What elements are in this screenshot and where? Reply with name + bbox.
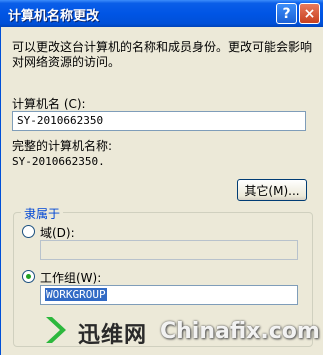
close-button[interactable]: × (299, 3, 320, 24)
title-bar: 计算机名称更改 ? × (0, 0, 323, 27)
chinafix-logo-icon (46, 317, 66, 343)
workgroup-radio[interactable] (22, 270, 35, 283)
help-icon: ? (282, 5, 291, 22)
watermark: 迅维网 Chinafix.com (0, 305, 323, 355)
domain-label: 域(D): (40, 226, 75, 240)
workgroup-label: 工作组(W): (40, 271, 102, 285)
help-button[interactable]: ? (276, 3, 297, 24)
close-icon: × (303, 5, 316, 22)
domain-radio[interactable] (22, 225, 35, 238)
member-of-title: 隶属于 (21, 205, 64, 222)
computer-name-dialog: 计算机名称更改 ? × 可以更改这台计算机的名称和成员身份。更改可能会影响对网络… (0, 0, 323, 355)
computer-name-label: 计算机名 (C): (12, 97, 86, 111)
computer-name-input[interactable]: SY-2010662350 (12, 111, 306, 131)
full-name-value: SY-2010662350. (12, 155, 105, 168)
watermark-cn: 迅维网 (78, 323, 148, 348)
more-button[interactable]: 其它(M)... (237, 179, 307, 201)
watermark-en: Chinafix.com (160, 319, 320, 344)
window-title: 计算机名称更改 (8, 9, 100, 24)
workgroup-input[interactable]: WORKGROUP (40, 285, 298, 305)
description-text: 可以更改这台计算机的名称和成员身份。更改可能会影响对网络资源的访问。 (12, 40, 313, 69)
domain-input[interactable] (40, 240, 298, 260)
workgroup-selected-text: WORKGROUP (45, 288, 107, 301)
full-name-label: 完整的计算机名称: (12, 139, 113, 153)
